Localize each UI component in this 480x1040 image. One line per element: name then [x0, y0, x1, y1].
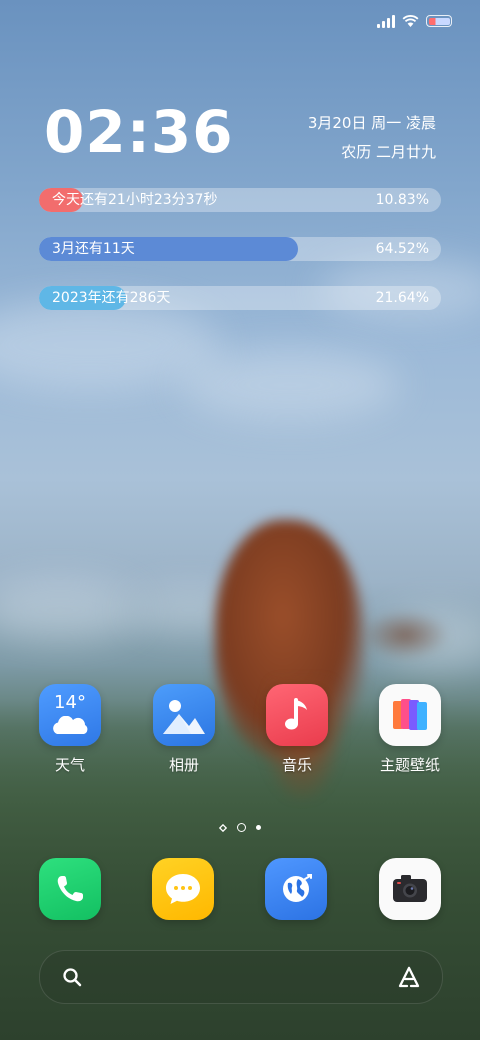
app-gallery[interactable]: 相册 — [134, 684, 234, 775]
progress-percent: 10.83% — [375, 192, 429, 208]
page-indicator[interactable] — [0, 823, 480, 832]
search-bar[interactable] — [39, 950, 443, 1004]
progress-label: 2023年还有286天 — [52, 290, 171, 306]
date-text: 3月20日 周一 凌晨 — [307, 114, 436, 132]
camera-icon[interactable] — [379, 858, 441, 920]
home-screen: 02:36 3月20日 周一 凌晨 农历 二月廿九 今天还有21小时23分37秒… — [0, 0, 480, 1040]
page-dot[interactable] — [256, 825, 261, 830]
progress-bar-month[interactable]: 3月还有11天 64.52% — [39, 237, 441, 261]
progress-label: 今天还有21小时23分37秒 — [52, 192, 218, 208]
app-themes[interactable]: 主题壁纸 — [360, 684, 460, 775]
music-icon[interactable] — [266, 684, 328, 746]
progress-percent: 21.64% — [375, 290, 429, 306]
ai-assistant-icon[interactable] — [396, 965, 422, 989]
battery-icon — [426, 15, 452, 27]
weather-icon[interactable]: 14° — [39, 684, 101, 746]
progress-percent: 64.52% — [375, 241, 429, 257]
clock-time[interactable]: 02:36 — [44, 98, 234, 166]
phone-icon[interactable] — [39, 858, 101, 920]
app-label: 相册 — [168, 756, 199, 774]
app-label: 音乐 — [281, 756, 312, 774]
page-dot-current[interactable] — [237, 823, 246, 832]
cloud-icon — [53, 716, 88, 734]
signal-icon — [377, 14, 395, 28]
progress-bar-year[interactable]: 2023年还有286天 21.64% — [39, 286, 441, 310]
messages-icon[interactable] — [152, 858, 214, 920]
weather-temperature: 14° — [54, 692, 86, 713]
search-icon[interactable] — [62, 967, 82, 987]
progress-bar-today[interactable]: 今天还有21小时23分37秒 10.83% — [39, 188, 441, 212]
wifi-icon — [402, 15, 419, 27]
page-dot-home[interactable] — [219, 823, 227, 832]
themes-icon[interactable] — [379, 684, 441, 746]
app-label: 主题壁纸 — [379, 756, 440, 774]
app-weather[interactable]: 14° 天气 — [20, 684, 120, 775]
lunar-date-text: 农历 二月廿九 — [341, 143, 436, 161]
app-label: 天气 — [54, 756, 85, 774]
browser-icon[interactable] — [265, 858, 327, 920]
app-music[interactable]: 音乐 — [247, 684, 347, 775]
gallery-icon[interactable] — [153, 684, 215, 746]
status-bar — [377, 10, 452, 32]
progress-label: 3月还有11天 — [52, 241, 135, 257]
